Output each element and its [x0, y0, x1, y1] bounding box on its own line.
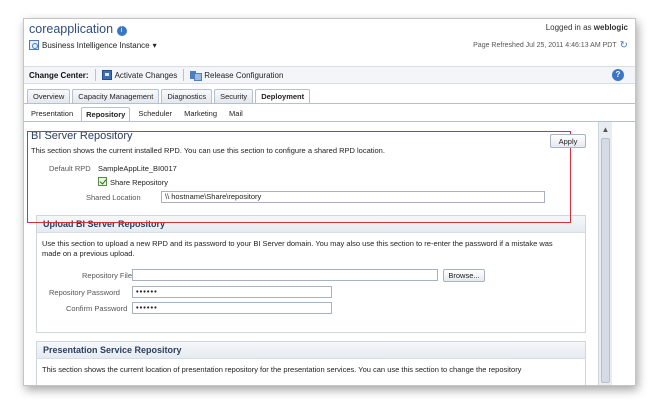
help-icon[interactable]: ? [612, 69, 624, 81]
logged-in-prefix: Logged in as [545, 23, 592, 32]
confirm-password-label: Confirm Password [66, 304, 128, 313]
app-window: coreapplication i Business Intelligence … [23, 18, 636, 386]
release-icon [190, 70, 203, 81]
change-center-bar: Change Center: Activate Changes Release … [24, 66, 635, 84]
app-title: coreapplication i [29, 22, 127, 36]
right-gutter [612, 122, 635, 385]
instance-label: Business Intelligence Instance [42, 40, 150, 50]
presentation-repo-title: Presentation Service Repository [37, 342, 585, 359]
tab-overview[interactable]: Overview [27, 89, 71, 103]
activate-changes-label: Activate Changes [114, 70, 178, 80]
tab-scheduler[interactable]: Scheduler [134, 107, 176, 121]
tab-deployment[interactable]: Deployment [255, 89, 311, 103]
refresh-time: Page Refreshed Jul 25, 2011 4:46:13 AM P… [473, 42, 617, 49]
scroll-up-icon[interactable]: ▲ [600, 124, 611, 135]
tab-repository[interactable]: Repository [81, 107, 131, 121]
presentation-repo-section: Presentation Service Repository This sec… [36, 341, 586, 385]
repository-file-input[interactable] [132, 269, 438, 281]
repository-file-label: Repository File [82, 271, 133, 280]
upload-repo-section: Upload BI Server Repository Use this sec… [36, 215, 586, 333]
tab-security[interactable]: Security [214, 89, 254, 103]
activate-icon [101, 70, 112, 80]
change-center-label: Change Center: [29, 70, 89, 80]
logged-in-status: Logged in as weblogic [546, 23, 628, 32]
tab-marketing[interactable]: Marketing [180, 107, 221, 121]
app-title-text: coreapplication [29, 22, 114, 36]
info-icon[interactable]: i [116, 26, 127, 36]
primary-tabs: Overview Capacity Management Diagnostics… [27, 89, 311, 103]
scrollbar[interactable]: ▲ [598, 122, 612, 385]
presentation-repo-description: This section shows the current location … [42, 365, 522, 374]
instance-menu[interactable]: Business Intelligence Instance ▾ [29, 40, 157, 50]
scroll-thumb[interactable] [601, 138, 610, 383]
browse-button[interactable]: Browse... [443, 269, 485, 282]
apply-button[interactable]: Apply [550, 134, 586, 148]
separator [183, 69, 185, 81]
logged-in-user[interactable]: weblogic [594, 23, 628, 32]
caret-down-icon: ▾ [152, 40, 157, 50]
tab-capacity-management[interactable]: Capacity Management [72, 89, 160, 103]
refresh-status: Page Refreshed Jul 25, 2011 4:46:13 AM P… [473, 40, 628, 51]
divider [24, 103, 635, 104]
activate-changes-button[interactable]: Activate Changes [101, 70, 178, 80]
upload-repo-description: Use this section to upload a new RPD and… [42, 239, 553, 258]
separator [94, 69, 96, 81]
tab-mail[interactable]: Mail [225, 107, 247, 121]
tab-diagnostics[interactable]: Diagnostics [161, 89, 213, 103]
refresh-icon[interactable]: ↻ [620, 40, 628, 51]
confirm-password-input[interactable]: •••••• [132, 302, 332, 314]
release-configuration-label: Release Configuration [204, 70, 284, 80]
highlight-box [27, 131, 571, 223]
header: coreapplication i Business Intelligence … [24, 19, 635, 57]
release-configuration-button[interactable]: Release Configuration [190, 70, 284, 81]
secondary-tabs: Presentation Repository Scheduler Market… [27, 107, 247, 121]
repository-password-input[interactable]: •••••• [132, 286, 332, 298]
repository-password-label: Repository Password [49, 288, 120, 297]
tab-presentation[interactable]: Presentation [27, 107, 77, 121]
instance-icon [29, 40, 39, 50]
